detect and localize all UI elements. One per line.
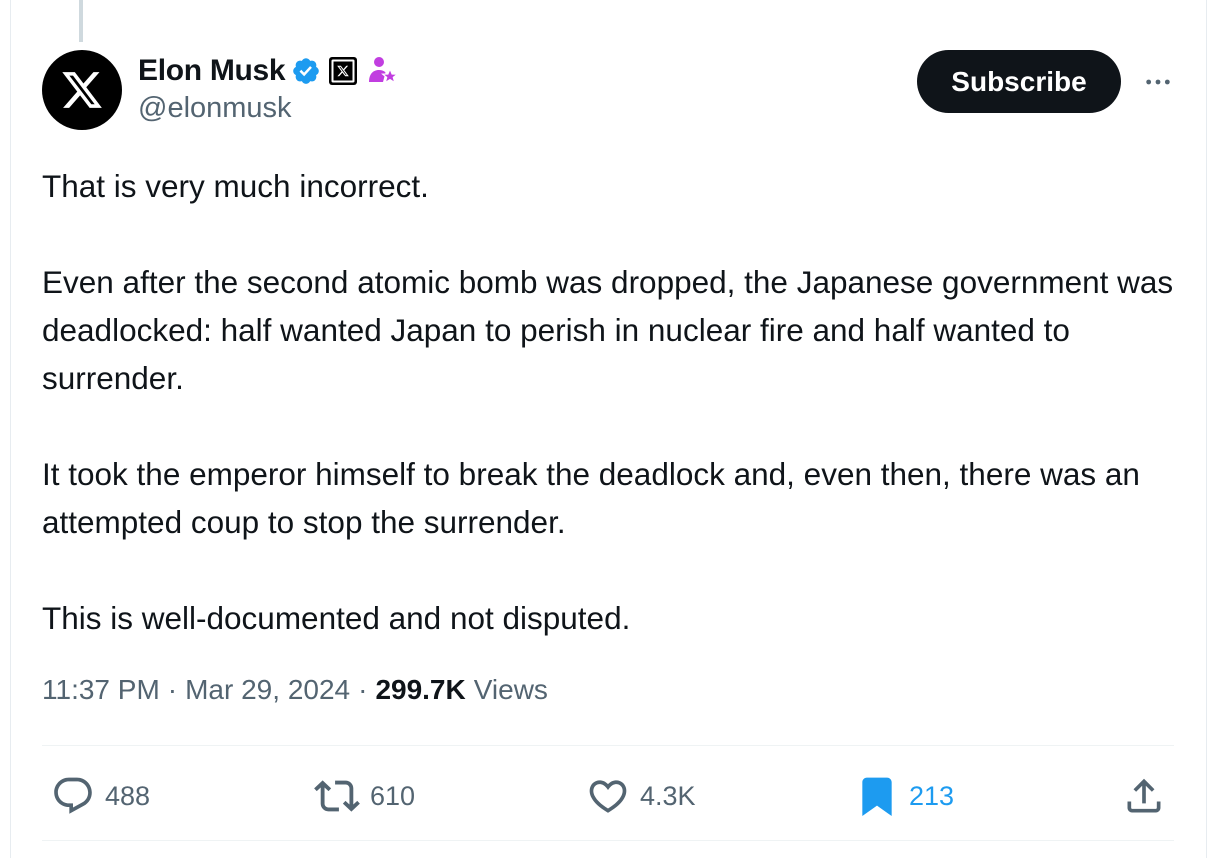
retweet-button[interactable]: 610 (314, 770, 415, 822)
tweet-date[interactable]: Mar 29, 2024 (185, 674, 350, 706)
meta-separator: · (167, 674, 178, 705)
frame-right-border (1206, 0, 1207, 858)
author-name-row: Elon Musk (138, 52, 400, 90)
verified-badge-icon[interactable] (291, 56, 321, 86)
reply-button[interactable]: 488 (51, 770, 150, 822)
thread-connector-line (79, 0, 83, 42)
retweet-count: 610 (370, 780, 416, 811)
more-horizontal-icon[interactable] (1138, 62, 1178, 102)
heart-icon (589, 780, 627, 813)
share-button[interactable] (1122, 770, 1166, 822)
subscribe-button[interactable]: Subscribe (917, 50, 1121, 113)
avatar[interactable] (42, 50, 122, 130)
tweet-text: That is very much incorrect. Even after … (42, 162, 1182, 642)
subscriber-star-icon[interactable] (365, 54, 400, 88)
tweet-time[interactable]: 11:37 PM (42, 674, 160, 706)
meta-separator: · (358, 674, 368, 705)
tweet-paragraph: That is very much incorrect. (42, 168, 429, 204)
author-display-name[interactable]: Elon Musk (138, 54, 286, 88)
reply-icon (54, 777, 92, 814)
action-bar: 488 610 4.3K 213 (0, 770, 1220, 822)
x-affiliate-badge-icon[interactable] (327, 55, 359, 87)
tweet-meta: 11:37 PM · Mar 29, 2024 · 299.7K Views (42, 674, 548, 706)
share-icon (1127, 778, 1161, 813)
bookmark-button[interactable]: 213 (855, 770, 954, 822)
x-logo-icon (62, 72, 102, 108)
views-count: 299.7K (375, 674, 466, 705)
frame-left-border (10, 0, 11, 858)
like-button[interactable]: 4.3K (586, 770, 696, 822)
reply-count: 488 (105, 780, 151, 811)
tweet-paragraph: Even after the second atomic bomb was dr… (42, 264, 1174, 396)
tweet-paragraph: It took the emperor himself to break the… (42, 456, 1140, 540)
divider-top (42, 745, 1174, 746)
tweet-paragraph: This is well-documented and not disputed… (42, 600, 631, 636)
like-count: 4.3K (640, 780, 696, 811)
author-handle[interactable]: @elonmusk (138, 92, 292, 125)
bookmark-icon (862, 777, 892, 817)
divider-bottom (42, 840, 1174, 841)
retweet-icon (314, 780, 360, 812)
bookmark-count: 213 (909, 780, 955, 811)
views-label: Views (473, 674, 548, 705)
